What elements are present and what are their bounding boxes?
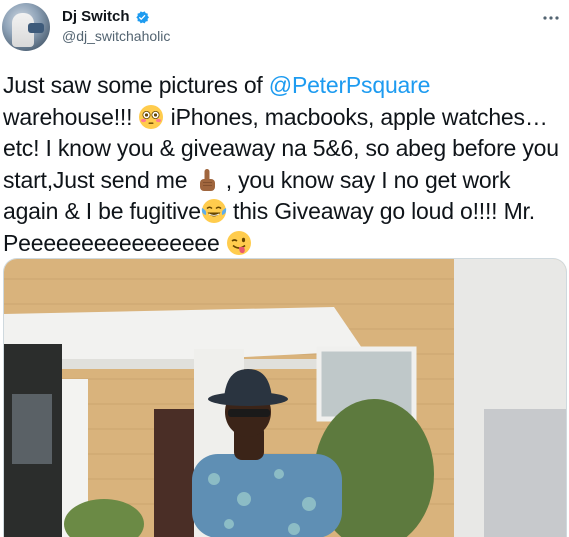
mention-link[interactable]: @PeterPsquare bbox=[269, 72, 431, 98]
photo-scene bbox=[4, 259, 566, 537]
author-avatar[interactable] bbox=[2, 3, 50, 51]
tweet-header: Dj Switch @dj_switchaholic bbox=[62, 8, 170, 44]
car-window bbox=[12, 394, 52, 464]
tweet-text-part2: warehouse!!! bbox=[3, 103, 139, 130]
shirt bbox=[192, 454, 342, 537]
pillar-shadow bbox=[484, 409, 566, 537]
tweet-text: Just saw some pictures of @PeterPsquare … bbox=[3, 70, 565, 259]
more-options-icon[interactable] bbox=[541, 8, 561, 28]
face-with-tears-of-joy-icon bbox=[201, 199, 226, 223]
author-handle[interactable]: @dj_switchaholic bbox=[62, 28, 170, 44]
front-door bbox=[154, 409, 194, 537]
author-name-row: Dj Switch bbox=[62, 8, 170, 25]
avatar-detail bbox=[28, 23, 44, 33]
tweet-text-part1: Just saw some pictures of bbox=[3, 72, 269, 98]
winking-face-with-tongue-icon bbox=[226, 230, 251, 255]
flushed-face-icon bbox=[139, 104, 164, 129]
tweet-photo-image[interactable] bbox=[3, 258, 567, 537]
verified-badge-icon bbox=[135, 10, 149, 23]
sunglasses bbox=[228, 409, 270, 417]
pointing-up-icon bbox=[199, 168, 215, 191]
author-name[interactable]: Dj Switch bbox=[62, 8, 130, 25]
